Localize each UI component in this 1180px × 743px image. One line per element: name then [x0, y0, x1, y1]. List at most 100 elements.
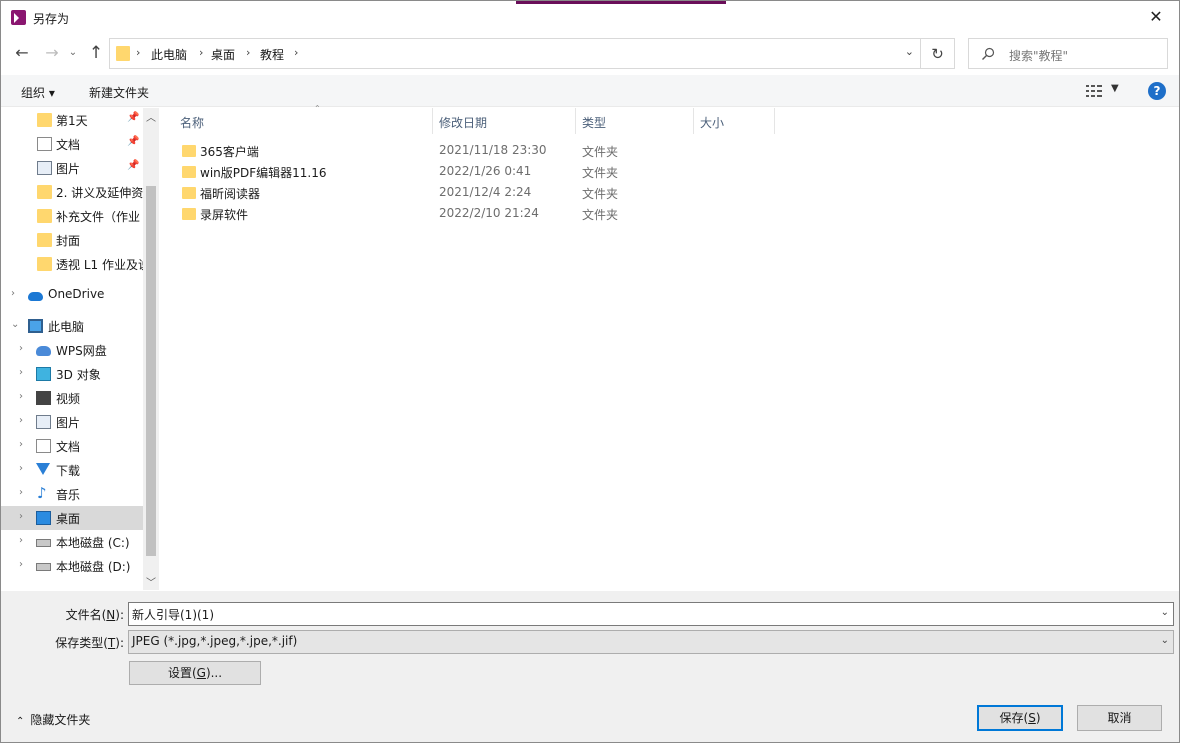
nav-item-cover[interactable]: 封面	[1, 228, 143, 252]
nav-item-label: 此电脑	[48, 320, 85, 334]
chevron-right-icon[interactable]: ›	[19, 343, 23, 354]
nav-item-pictures-quick[interactable]: 图片 📌	[1, 156, 143, 180]
save-button[interactable]: 保存(S)	[977, 705, 1063, 731]
view-dropdown-icon[interactable]: ▼	[1111, 83, 1119, 94]
chevron-right-icon[interactable]: ›	[19, 391, 23, 402]
up-button[interactable]: ↑	[85, 42, 107, 64]
file-date: 2021/11/18 23:30	[439, 143, 547, 157]
file-row[interactable]: 福昕阅读器 2021/12/4 2:24 文件夹	[178, 183, 638, 203]
nav-item-perspective[interactable]: 透视 L1 作业及说	[1, 252, 143, 276]
column-header-type[interactable]: 类型	[576, 108, 694, 134]
chevron-right-icon[interactable]: ›	[19, 463, 23, 474]
nav-item-music[interactable]: › ♪ 音乐	[1, 482, 143, 506]
chevron-right-icon[interactable]: ›	[19, 511, 23, 522]
search-input[interactable]: 搜索"教程"	[968, 38, 1168, 69]
chevron-right-icon[interactable]: ›	[199, 46, 203, 59]
cancel-button[interactable]: 取消	[1077, 705, 1162, 731]
organize-button[interactable]: 组织 ▾	[21, 84, 55, 101]
folder-icon	[37, 209, 52, 223]
chevron-right-icon[interactable]: ›	[19, 535, 23, 546]
filename-field[interactable]: 新人引导(1)(1) ⌄	[128, 602, 1174, 626]
file-type: 文件夹	[582, 145, 619, 159]
chevron-down-icon[interactable]: ⌄	[1161, 607, 1169, 618]
chevron-down-icon[interactable]: ⌄	[905, 45, 914, 58]
refresh-button[interactable]: ↻	[921, 38, 955, 69]
filetype-select[interactable]: JPEG (*.jpg,*.jpeg,*.jpe,*.jif) ⌄	[128, 630, 1174, 654]
file-row[interactable]: win版PDF编辑器11.16 2022/1/26 0:41 文件夹	[178, 162, 638, 182]
hide-folders-label: 隐藏文件夹	[30, 713, 91, 727]
column-header-date[interactable]: 修改日期	[433, 108, 576, 134]
chevron-right-icon[interactable]: ›	[136, 46, 140, 59]
help-icon[interactable]: ?	[1148, 82, 1166, 100]
breadcrumb-desktop[interactable]: 桌面	[211, 46, 235, 63]
filename-value[interactable]: 新人引导(1)(1)	[132, 606, 214, 623]
nav-item-pictures[interactable]: › 图片	[1, 410, 143, 434]
chevron-down-icon[interactable]: ﹀	[146, 574, 156, 589]
arrow-right-icon: →	[45, 43, 59, 62]
nav-item-drive-c[interactable]: › 本地磁盘 (C:)	[1, 530, 143, 554]
view-options-icon[interactable]	[1086, 84, 1102, 98]
file-row[interactable]: 录屏软件 2022/2/10 21:24 文件夹	[178, 204, 638, 224]
settings-button[interactable]: 设置(G)...	[129, 661, 261, 685]
chevron-down-icon[interactable]: ⌄	[1161, 635, 1169, 646]
filetype-value: JPEG (*.jpg,*.jpeg,*.jpe,*.jif)	[132, 634, 298, 648]
nav-item-documents[interactable]: › 文档	[1, 434, 143, 458]
wps-cloud-icon	[36, 346, 51, 356]
chevron-right-icon[interactable]: ›	[19, 415, 23, 426]
nav-item-videos[interactable]: › 视频	[1, 386, 143, 410]
chevron-right-icon[interactable]: ›	[19, 487, 23, 498]
nav-item-supplement[interactable]: 补充文件（作业	[1, 204, 143, 228]
nav-item-label: 本地磁盘 (C:)	[56, 536, 130, 550]
chevron-down-icon[interactable]: ⌄	[11, 319, 19, 330]
file-name: win版PDF编辑器11.16	[200, 166, 327, 180]
chevron-right-icon[interactable]: ›	[19, 367, 23, 378]
hide-folders-toggle[interactable]: ⌃ 隐藏文件夹	[16, 711, 90, 728]
breadcrumb-tutorial[interactable]: 教程	[260, 46, 284, 63]
scrollbar-thumb[interactable]	[146, 186, 156, 556]
chevron-right-icon[interactable]: ›	[294, 46, 298, 59]
nav-item-documents-quick[interactable]: 文档 📌	[1, 132, 143, 156]
nav-item-lecture-notes[interactable]: 2. 讲义及延伸资	[1, 180, 143, 204]
column-label: 修改日期	[439, 116, 488, 130]
back-button[interactable]: ←	[11, 42, 33, 64]
file-row[interactable]: 365客户端 2021/11/18 23:30 文件夹	[178, 141, 638, 161]
download-icon	[36, 463, 50, 475]
chevron-right-icon[interactable]: ›	[246, 46, 250, 59]
column-header-size[interactable]: 大小	[694, 108, 775, 134]
nav-item-onedrive[interactable]: › OneDrive	[1, 283, 143, 307]
column-label: 名称	[180, 116, 205, 130]
column-label: 类型	[582, 116, 607, 130]
onedrive-cloud-icon	[28, 292, 43, 301]
close-button[interactable]: ✕	[1133, 1, 1179, 33]
nav-item-desktop[interactable]: › 桌面	[1, 506, 143, 530]
chevron-right-icon[interactable]: ›	[19, 439, 23, 450]
pin-icon: 📌	[127, 160, 140, 171]
nav-item-this-pc[interactable]: ⌄ 此电脑	[1, 314, 143, 338]
recent-locations-button[interactable]: ⌄	[65, 42, 81, 64]
chevron-right-icon[interactable]: ›	[11, 288, 15, 299]
nav-item-label: 本地磁盘 (D:)	[56, 560, 131, 574]
nav-item-drive-d[interactable]: › 本地磁盘 (D:)	[1, 554, 143, 578]
desktop-icon	[36, 511, 51, 525]
nav-item-label: 文档	[56, 138, 81, 152]
nav-item-label: 封面	[56, 234, 81, 248]
nav-item-wps-cloud[interactable]: › WPS网盘	[1, 338, 143, 362]
breadcrumb-this-pc[interactable]: 此电脑	[151, 46, 187, 63]
address-bar[interactable]: › 此电脑 › 桌面 › 教程 › ⌄	[109, 38, 921, 69]
column-header-name[interactable]: ⌃ 名称	[174, 104, 433, 134]
nav-item-label: 文档	[56, 440, 81, 454]
chevron-right-icon[interactable]: ›	[19, 559, 23, 570]
nav-scrollbar[interactable]: ︿ ﹀	[143, 108, 159, 590]
computer-icon	[28, 319, 43, 333]
new-folder-button[interactable]: 新建文件夹	[89, 84, 149, 101]
3d-objects-icon	[36, 367, 51, 381]
arrow-up-icon: ↑	[88, 43, 104, 63]
file-name: 福昕阅读器	[200, 187, 261, 201]
forward-button[interactable]: →	[41, 42, 63, 64]
nav-item-3d-objects[interactable]: › 3D 对象	[1, 362, 143, 386]
title-bar: 另存为 ✕	[1, 1, 1179, 33]
nav-item-label: OneDrive	[48, 287, 105, 301]
nav-item-day1[interactable]: 第1天 📌	[1, 108, 143, 132]
nav-item-downloads[interactable]: › 下载	[1, 458, 143, 482]
chevron-up-icon[interactable]: ︿	[146, 109, 156, 124]
